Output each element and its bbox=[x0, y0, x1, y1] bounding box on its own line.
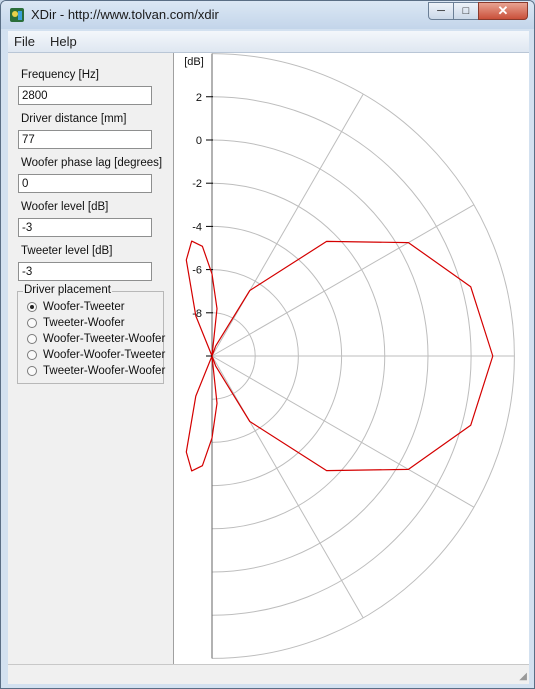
polar-chart: 20-2-4-6-8[dB] bbox=[184, 53, 515, 659]
radio-indicator bbox=[27, 318, 37, 328]
close-icon: ✕ bbox=[497, 3, 509, 18]
radio-tweeter-woofer[interactable]: Tweeter-Woofer bbox=[27, 317, 172, 332]
app-window: XDir - http://www.tolvan.com/xdir ─ □ ✕ … bbox=[0, 0, 535, 689]
woofer-level-field[interactable] bbox=[18, 218, 152, 237]
app-icon bbox=[10, 8, 24, 22]
close-button[interactable]: ✕ bbox=[478, 2, 528, 20]
grid-spoke bbox=[211, 93, 364, 357]
radio-indicator bbox=[27, 350, 37, 360]
driver-placement-title: Driver placement bbox=[23, 284, 112, 296]
radio-woofer-tweeter[interactable]: Woofer-Tweeter bbox=[27, 301, 172, 316]
radio-tweeter-woofer-woofer[interactable]: Tweeter-Woofer-Woofer bbox=[27, 365, 172, 380]
window-title: XDir - http://www.tolvan.com/xdir bbox=[31, 7, 219, 22]
radio-woofer-tweeter-woofer[interactable]: Woofer-Tweeter-Woofer bbox=[27, 333, 172, 348]
client-area: File Help Frequency [Hz] Driver distance… bbox=[8, 31, 529, 684]
radio-label: Tweeter-Woofer bbox=[43, 317, 125, 329]
radio-indicator bbox=[27, 334, 37, 344]
r-tick-label: -4 bbox=[192, 221, 202, 233]
woofer-phase-lag-label: Woofer phase lag [degrees] bbox=[21, 157, 163, 169]
driver-distance-field[interactable] bbox=[18, 130, 152, 149]
settings-panel: Frequency [Hz] Driver distance [mm] Woof… bbox=[8, 53, 173, 663]
radio-label: Woofer-Tweeter bbox=[43, 301, 125, 313]
r-tick-label: 2 bbox=[196, 92, 202, 104]
radio-label: Tweeter-Woofer-Woofer bbox=[43, 365, 166, 377]
menu-file[interactable]: File bbox=[14, 34, 35, 49]
minimize-button[interactable]: ─ bbox=[428, 2, 454, 20]
radio-indicator bbox=[27, 302, 37, 312]
r-tick-label: 0 bbox=[196, 135, 202, 147]
radio-indicator bbox=[27, 366, 37, 376]
woofer-level-label: Woofer level [dB] bbox=[21, 201, 109, 213]
frequency-field[interactable] bbox=[18, 86, 152, 105]
tweeter-level-field[interactable] bbox=[18, 262, 152, 281]
grid-spoke bbox=[211, 355, 475, 508]
driver-distance-label: Driver distance [mm] bbox=[21, 113, 127, 125]
radio-label: Woofer-Woofer-Tweeter bbox=[43, 349, 166, 361]
woofer-phase-lag-field[interactable] bbox=[18, 174, 152, 193]
r-unit-label: [dB] bbox=[184, 56, 204, 68]
r-tick-label: -2 bbox=[192, 178, 202, 190]
frequency-label: Frequency [Hz] bbox=[21, 69, 99, 81]
maximize-button[interactable]: □ bbox=[453, 2, 479, 20]
status-bar: ◢ bbox=[8, 664, 529, 684]
radio-woofer-woofer-tweeter[interactable]: Woofer-Woofer-Tweeter bbox=[27, 349, 172, 364]
resize-grip-icon[interactable]: ◢ bbox=[519, 671, 527, 682]
radio-label: Woofer-Tweeter-Woofer bbox=[43, 333, 166, 345]
grid-spoke bbox=[211, 355, 364, 619]
polar-plot-area: 2 0 -2 -4 -6 -8 [dB] bbox=[174, 53, 529, 664]
r-tick-label: -6 bbox=[192, 265, 202, 277]
menu-help[interactable]: Help bbox=[50, 34, 77, 49]
tweeter-level-label: Tweeter level [dB] bbox=[21, 245, 113, 257]
minimize-icon: ─ bbox=[437, 5, 445, 17]
maximize-icon: □ bbox=[462, 5, 470, 17]
title-bar[interactable]: XDir - http://www.tolvan.com/xdir ─ □ ✕ bbox=[1, 1, 534, 29]
grid-spoke bbox=[211, 204, 475, 357]
menu-bar: File Help bbox=[8, 31, 529, 53]
